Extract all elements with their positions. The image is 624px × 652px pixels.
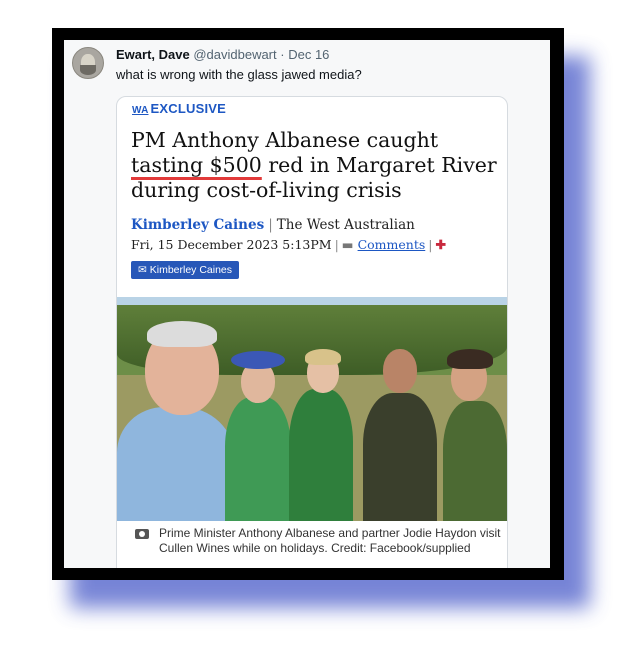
person-5-hair xyxy=(447,349,493,369)
person-1-hair xyxy=(147,321,217,347)
person-4 xyxy=(363,393,437,521)
date-separator-2: | xyxy=(428,237,433,252)
article-photo[interactable] xyxy=(117,297,507,521)
plus-icon[interactable]: ✚ xyxy=(435,237,445,252)
avatar-beard xyxy=(80,65,96,75)
author-button-label: Kimberley Caines xyxy=(149,264,233,276)
display-name[interactable]: Ewart, Dave xyxy=(116,47,190,62)
tweet-date[interactable]: Dec 16 xyxy=(288,47,329,62)
caption-text: Prime Minister Anthony Albanese and part… xyxy=(159,526,501,555)
article-headline[interactable]: PM Anthony Albanese caught tasting $500 … xyxy=(131,128,501,203)
byline: Kimberley Caines | The West Australian xyxy=(131,217,415,233)
tweet-text: what is wrong with the glass jawed media… xyxy=(116,67,362,82)
person-5 xyxy=(443,401,507,521)
headline-highlight: tasting $500 xyxy=(131,153,262,177)
comments-link[interactable]: Comments xyxy=(358,237,426,252)
author-link[interactable]: Kimberley Caines xyxy=(131,217,264,233)
person-1 xyxy=(117,407,235,521)
publication-logo: WA xyxy=(132,105,149,116)
person-4-head xyxy=(383,349,417,393)
person-3-hair xyxy=(305,349,341,365)
author-button[interactable]: ✉ Kimberley Caines xyxy=(131,261,240,279)
camera-icon xyxy=(135,529,149,539)
byline-separator: | xyxy=(268,217,273,233)
avatar[interactable] xyxy=(72,47,104,79)
headline-start: PM Anthony Albanese caught xyxy=(131,128,439,152)
person-2 xyxy=(225,397,291,521)
photo-caption: Prime Minister Anthony Albanese and part… xyxy=(117,521,507,568)
exclusive-label: WA EXCLUSIVE xyxy=(132,101,226,116)
user-handle[interactable]: @davidbewart xyxy=(193,47,276,62)
date-separator: | xyxy=(334,237,339,252)
publication-name: The West Australian xyxy=(276,217,415,233)
exclusive-text: EXCLUSIVE xyxy=(150,101,226,116)
article-date: Fri, 15 December 2023 5:13PM xyxy=(131,237,332,252)
person-3 xyxy=(289,389,353,521)
tweet-header: Ewart, Dave @davidbewart · Dec 16 xyxy=(116,47,329,62)
tweet-card[interactable]: Ewart, Dave @davidbewart · Dec 16 what i… xyxy=(64,40,550,568)
article-card[interactable]: WA EXCLUSIVE PM Anthony Albanese caught t… xyxy=(116,96,508,568)
person-2-hat xyxy=(231,351,285,369)
dateline: Fri, 15 December 2023 5:13PM | ▬ Comments |… xyxy=(131,237,446,252)
mail-icon: ✉ xyxy=(138,264,147,276)
comment-icon: ▬ xyxy=(341,237,354,252)
header-separator: · xyxy=(280,47,285,62)
